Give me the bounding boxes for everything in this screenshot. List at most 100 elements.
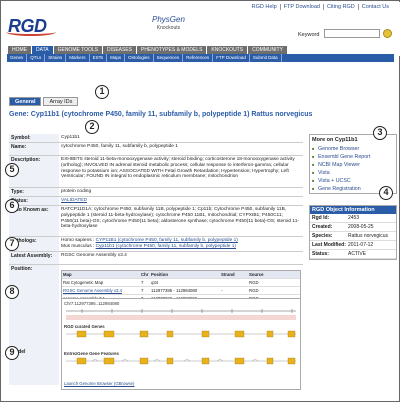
nav-tab-data[interactable]: DATA	[32, 46, 53, 54]
rgd-value: 2453	[348, 215, 360, 221]
callout-7: 7	[5, 237, 19, 251]
subnav-ftp[interactable]: FTP Download	[213, 54, 250, 62]
col-map: Map	[63, 272, 72, 277]
gene-model-viewer[interactable]: Chr7:112977395..112984080 RGD curated Ge…	[61, 298, 301, 390]
page-title: Gene: Cyp11b1 (cytochrome P450, family 1…	[9, 111, 313, 118]
cell-position: 112977395 - 112984080	[151, 288, 198, 293]
cell-position: q34	[151, 280, 159, 285]
callout-8: 8	[5, 285, 19, 299]
launch-gbrowse-link[interactable]: Launch Genome Browser (GBrowse)	[64, 381, 134, 386]
subnav-sequences[interactable]: Sequences	[154, 54, 184, 62]
type-label: Type:	[9, 188, 59, 196]
callout-1: 1	[95, 85, 109, 99]
description-value: EXHIBITS steroid 11-beta-monooxygenase a…	[61, 157, 295, 180]
link-vista-ucsc[interactable]: Vista + UCSC	[310, 177, 396, 185]
nav-tab-phenotypes[interactable]: PHENOTYPES & MODELS	[137, 46, 207, 54]
subnav-references[interactable]: References	[183, 54, 214, 62]
site-header: RGD Help FTP Download Citing RGD Contact…	[2, 2, 400, 56]
link-ensembl[interactable]: Ensembl Gene Report	[310, 153, 396, 161]
rgd-row: Rgd Id: 2453	[310, 214, 396, 223]
subnav-ontologies[interactable]: Ontologies	[125, 54, 154, 62]
citing-link[interactable]: Citing RGD	[322, 4, 358, 10]
physgen-logo[interactable]: PhysGen Knockouts	[152, 16, 185, 32]
rgd-key: Created:	[312, 224, 333, 230]
rgd-key: Species:	[312, 233, 333, 239]
table-row: Rat Cytogenetic Map 7 q34 RGD	[62, 279, 300, 287]
table-row: RGSC Genome Assembly v3.4 7 112977395 - …	[62, 287, 300, 295]
subnav-strains[interactable]: Strains	[45, 54, 67, 62]
nav-tab-diseases[interactable]: DISEASES	[102, 46, 136, 54]
row-symbol: Symbol: Cyp11b1	[9, 134, 303, 143]
row-aka: Also Known as: RATCP11D1A; cytochrome P4…	[9, 206, 303, 237]
nav-tab-knockouts[interactable]: KNOCKOUTS	[207, 46, 248, 54]
row-status: Status: VALIDATED	[9, 197, 303, 206]
physgen-title: PhysGen	[152, 15, 185, 24]
tab-array-ids[interactable]: Array IDs	[43, 97, 79, 106]
row-name: Name: cytochrome P450, family 11, subfam…	[9, 143, 303, 156]
subnav-submit[interactable]: Submit Data	[250, 54, 282, 62]
ortholog-human-link[interactable]: CYP11B1 (cytochrome P450, family 11, sub…	[96, 238, 238, 243]
rgd-object-title: RGD Object Information	[310, 206, 396, 214]
subnav-maps[interactable]: Maps	[107, 54, 126, 62]
link-ncbi-map[interactable]: NCBI Map Viewer	[310, 161, 396, 169]
assembly-value: RGSC Genome Assembly v3.4	[61, 253, 127, 258]
rgd-key: Status:	[312, 251, 329, 257]
rgd-object-panel: RGD Object Information Rgd Id: 2453 Creat…	[309, 205, 397, 260]
logo-swoosh	[6, 28, 56, 36]
ortholog-human-species: Homo sapiens :	[61, 238, 95, 243]
symbol-label: Symbol:	[9, 134, 59, 142]
cell-chr: 7	[141, 280, 144, 285]
status-cell: VALIDATED	[59, 197, 303, 205]
subnav-ests[interactable]: ESTs	[90, 54, 108, 62]
rgd-key: Last Modified:	[312, 242, 346, 248]
ortholog-mouse-link[interactable]: Cyp11b1 (cytochrome P450, family 11, sub…	[96, 244, 236, 249]
link-vista[interactable]: Vista	[310, 169, 396, 177]
search-button[interactable]	[383, 29, 392, 38]
cell-source: RGD	[249, 280, 259, 285]
keyword-input[interactable]	[324, 29, 380, 38]
help-link[interactable]: RGD Help	[249, 4, 280, 10]
ortholog-mouse: Mus musculus : Cyp11b1 (cytochrome P450,…	[61, 244, 301, 250]
main-nav: HOME DATA GENOME TOOLS DISEASES PHENOTYP…	[8, 46, 288, 54]
gene-model-svg	[66, 309, 296, 365]
row-type: Type: protein coding	[9, 188, 303, 197]
cell-strand: -	[221, 288, 223, 293]
callout-6: 6	[5, 199, 19, 213]
cell-map-link[interactable]: RGSC Genome Assembly v3.4	[62, 287, 140, 294]
cell-source: RGD	[249, 288, 259, 293]
col-source: Source	[249, 272, 264, 277]
cell-strand	[220, 279, 248, 286]
nav-tab-community[interactable]: COMMUNITY	[248, 46, 287, 54]
subnav-qtls[interactable]: QTLs	[27, 54, 46, 62]
rgd-value: ACTIVE	[348, 251, 367, 257]
rgd-value: 2008-05-25	[348, 224, 374, 230]
nav-tab-home[interactable]: HOME	[8, 46, 31, 54]
subnav-genes[interactable]: Genes	[7, 54, 28, 62]
nav-tab-genome-tools[interactable]: GENOME TOOLS	[53, 46, 102, 54]
callout-9: 9	[5, 346, 19, 360]
name-value: cytochrome P450, family 11, subfamily b,…	[61, 144, 178, 149]
orthologs-cell: Homo sapiens : CYP11B1 (cytochrome P450,…	[59, 237, 303, 251]
model-label: Model	[9, 293, 59, 385]
status-link[interactable]: VALIDATED	[61, 198, 87, 203]
tab-general[interactable]: General	[9, 97, 42, 106]
link-genome-browser[interactable]: Genome Browser	[310, 145, 396, 153]
subnav-markers[interactable]: Markers	[66, 54, 90, 62]
page-frame: RGD Help FTP Download Citing RGD Contact…	[0, 0, 400, 402]
cell-map: Rat Cytogenetic Map	[63, 280, 104, 285]
position-header-row: Map Chr Position Strand Source	[62, 271, 300, 279]
ftp-link[interactable]: FTP Download	[279, 4, 323, 10]
contact-link[interactable]: Contact Us	[357, 4, 392, 10]
callout-4: 4	[379, 186, 393, 200]
callout-3: 3	[373, 126, 387, 140]
rgd-row: Species: Rattus norvegicus	[310, 232, 396, 241]
rgd-value: Rattus norvegicus	[348, 233, 389, 239]
rgd-value: 2011-07-12	[348, 242, 374, 248]
content-tabs: General Array IDs	[9, 97, 80, 106]
red-track	[66, 315, 296, 320]
col-strand: Strand	[221, 272, 235, 277]
rgd-row: Created: 2008-05-25	[310, 223, 396, 232]
col-position: Position	[151, 272, 168, 277]
assembly-label: Latest Assembly:	[9, 252, 59, 264]
symbol-value: Cyp11b1	[61, 135, 80, 140]
